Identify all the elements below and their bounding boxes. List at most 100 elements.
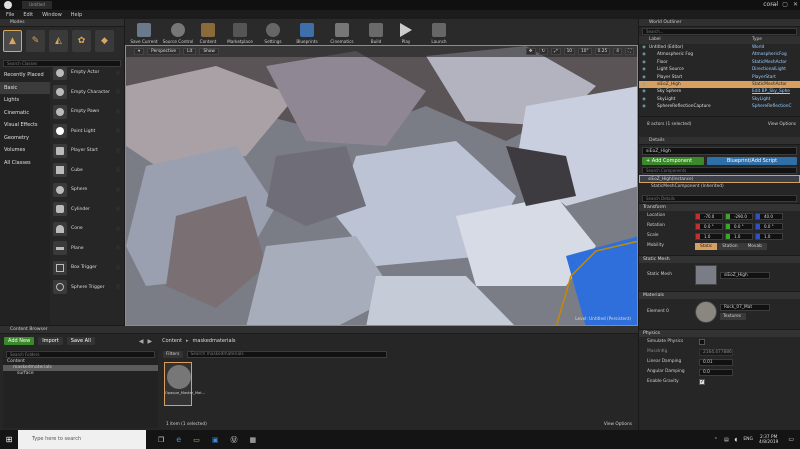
eye-icon[interactable]: ◉ (639, 81, 649, 88)
search-components-input[interactable]: Search Components (642, 167, 797, 174)
menu-help[interactable]: Help (71, 12, 82, 18)
scale-x[interactable]: 1.0 (695, 232, 723, 240)
outliner-row[interactable]: ◉ Atmospheric Fog AtmosphericFog (639, 51, 800, 58)
edge-icon[interactable]: e (176, 435, 181, 444)
path-maskedmaterials[interactable]: maskedmaterials (193, 338, 236, 344)
launch-button[interactable]: Launch (426, 19, 452, 45)
place-mode-icon[interactable]: ▲ (3, 30, 22, 52)
add-component-button[interactable]: + Add Component (642, 157, 704, 165)
camera-speed-value[interactable]: 4 (613, 48, 622, 55)
location-y[interactable]: -290.0 (725, 212, 753, 220)
content-view-options[interactable]: View Options (604, 422, 632, 427)
static-mesh-value[interactable]: siEoZ_High (720, 271, 770, 279)
location-x[interactable]: -70.0 (695, 212, 723, 220)
class-item[interactable]: Cylinder ⓘ (51, 200, 124, 220)
taskbar-search-input[interactable]: Type here to search (18, 430, 146, 449)
windows-start-icon[interactable]: ⊞ (0, 435, 18, 444)
component-instance[interactable]: siEoZ_High(Instance) (639, 175, 800, 183)
eye-icon[interactable]: ◉ (639, 103, 649, 110)
class-item[interactable]: Plane ⓘ (51, 239, 124, 259)
outliner-row[interactable]: ◉ Player Start PlayerStart (639, 74, 800, 81)
eye-icon[interactable]: ◉ (639, 74, 649, 81)
volume-icon[interactable]: ◖ (735, 437, 738, 443)
eye-icon[interactable]: ◉ (639, 59, 649, 66)
material-thumbnail[interactable] (695, 301, 717, 323)
outliner-row[interactable]: ◉ Sky Sphere Edit BP_Sky_Sphe (639, 88, 800, 95)
import-button[interactable]: Import (38, 337, 63, 345)
class-item[interactable]: Point Light ⓘ (51, 122, 124, 142)
translate-icon[interactable]: ✥ (525, 48, 536, 55)
level-tab[interactable]: Untitled (22, 1, 52, 9)
level-viewport[interactable]: ▾ Perspective Lit Show ✥ ↻ ⤢ 10 10° 0.25… (125, 45, 638, 326)
scale-snap-value[interactable]: 0.25 (594, 48, 611, 55)
class-item[interactable]: Sphere Trigger ⓘ (51, 278, 124, 298)
language-indicator[interactable]: ENG (743, 437, 753, 442)
class-item[interactable]: Sphere ⓘ (51, 180, 124, 200)
settings-button[interactable]: Settings (261, 19, 285, 45)
category-all-classes[interactable]: All Classes (0, 157, 50, 170)
maximize-viewport-icon[interactable]: ⛶ (624, 48, 634, 55)
class-item[interactable]: Player Start ⓘ (51, 141, 124, 161)
transform-section[interactable]: Transform (639, 203, 800, 211)
physics-section[interactable]: Physics (639, 329, 800, 337)
outliner-view-options[interactable]: View Options (768, 122, 796, 127)
material-value[interactable]: Rock_07_Mat (720, 304, 770, 311)
outliner-row[interactable]: ◉ Light Source DirectionalLight (639, 66, 800, 73)
outliner-row[interactable]: ◉ SphereReflectionCapture SphereReflection… (639, 103, 800, 110)
forward-arrow-icon[interactable]: ▶ (147, 338, 152, 345)
clock[interactable]: 2:37 PM 4/8/2019 (759, 435, 778, 445)
build-button[interactable]: Build (364, 19, 388, 45)
source-control-button[interactable]: Source Control (162, 19, 194, 45)
play-button[interactable]: Play (395, 19, 417, 45)
angular-damping-input[interactable]: 0.0 (699, 368, 733, 376)
minimize-button[interactable]: — (771, 1, 777, 8)
linear-damping-input[interactable]: 0.01 (699, 358, 733, 366)
materials-section[interactable]: Materials (639, 291, 800, 299)
close-button[interactable]: ✕ (793, 1, 798, 8)
rotate-icon[interactable]: ↻ (538, 48, 549, 55)
save-current-button[interactable]: Save Current (129, 19, 159, 45)
path-content[interactable]: Content (162, 338, 182, 344)
column-label[interactable]: Label (649, 36, 752, 44)
scale-y[interactable]: 1.0 (725, 232, 753, 240)
mobility-movable[interactable]: Movab (742, 242, 767, 250)
class-item[interactable]: Empty Character ⓘ (51, 83, 124, 103)
app-icon[interactable]: ▦ (249, 436, 256, 444)
menu-file[interactable]: File (6, 12, 14, 18)
textures-dropdown[interactable]: Textures (720, 313, 746, 320)
class-item[interactable]: Box Trigger ⓘ (51, 258, 124, 278)
class-item[interactable]: Empty Pawn ⓘ (51, 102, 124, 122)
asset-tile[interactable]: Opaque_Master_Mat... (164, 362, 205, 406)
outliner-row[interactable]: ◉ Floor StaticMeshActor (639, 59, 800, 66)
enable-gravity-checkbox[interactable]: ✓ (699, 379, 705, 385)
component-mesh[interactable]: StaticMeshComponent (Inherited) (639, 183, 800, 191)
class-item[interactable]: Empty Actor ⓘ (51, 63, 124, 83)
actor-name-input[interactable]: siEoZ_High (642, 147, 797, 155)
mesh-thumbnail[interactable] (695, 265, 717, 285)
store-icon[interactable]: ▣ (212, 436, 219, 444)
rotation-y[interactable]: 0.0 ° (725, 222, 753, 230)
viewport-options-button[interactable]: ▾ (134, 48, 145, 55)
category-recently-placed[interactable]: Recently Placed (0, 69, 50, 82)
category-geometry[interactable]: Geometry (0, 132, 50, 145)
scale-z[interactable]: 1.0 (755, 232, 783, 240)
eye-icon[interactable]: ◉ (639, 96, 649, 103)
show-button[interactable]: Show (199, 48, 219, 55)
class-item[interactable]: Cone ⓘ (51, 219, 124, 239)
rotation-z[interactable]: 0.0 ° (755, 222, 783, 230)
blueprints-button[interactable]: Blueprints (292, 19, 322, 45)
geometry-mode-icon[interactable]: ◆ (95, 30, 114, 52)
filters-button[interactable]: Filters (163, 351, 183, 358)
outliner-row[interactable]: ◉ SkyLight SkyLight (639, 96, 800, 103)
static-mesh-section[interactable]: Static Mesh (639, 255, 800, 263)
mobility-static[interactable]: Static (695, 242, 718, 250)
add-new-button[interactable]: Add New (4, 337, 35, 345)
network-icon[interactable]: ▤ (724, 437, 729, 443)
search-details-input[interactable]: Search Details (642, 195, 797, 202)
save-all-button[interactable]: Save All (66, 337, 95, 345)
landscape-mode-icon[interactable]: ◭ (49, 30, 68, 52)
grid-snap-value[interactable]: 10 (563, 48, 576, 55)
paint-mode-icon[interactable]: ✎ (26, 30, 45, 52)
class-item[interactable]: Cube ⓘ (51, 161, 124, 181)
content-button[interactable]: Content (196, 19, 220, 45)
